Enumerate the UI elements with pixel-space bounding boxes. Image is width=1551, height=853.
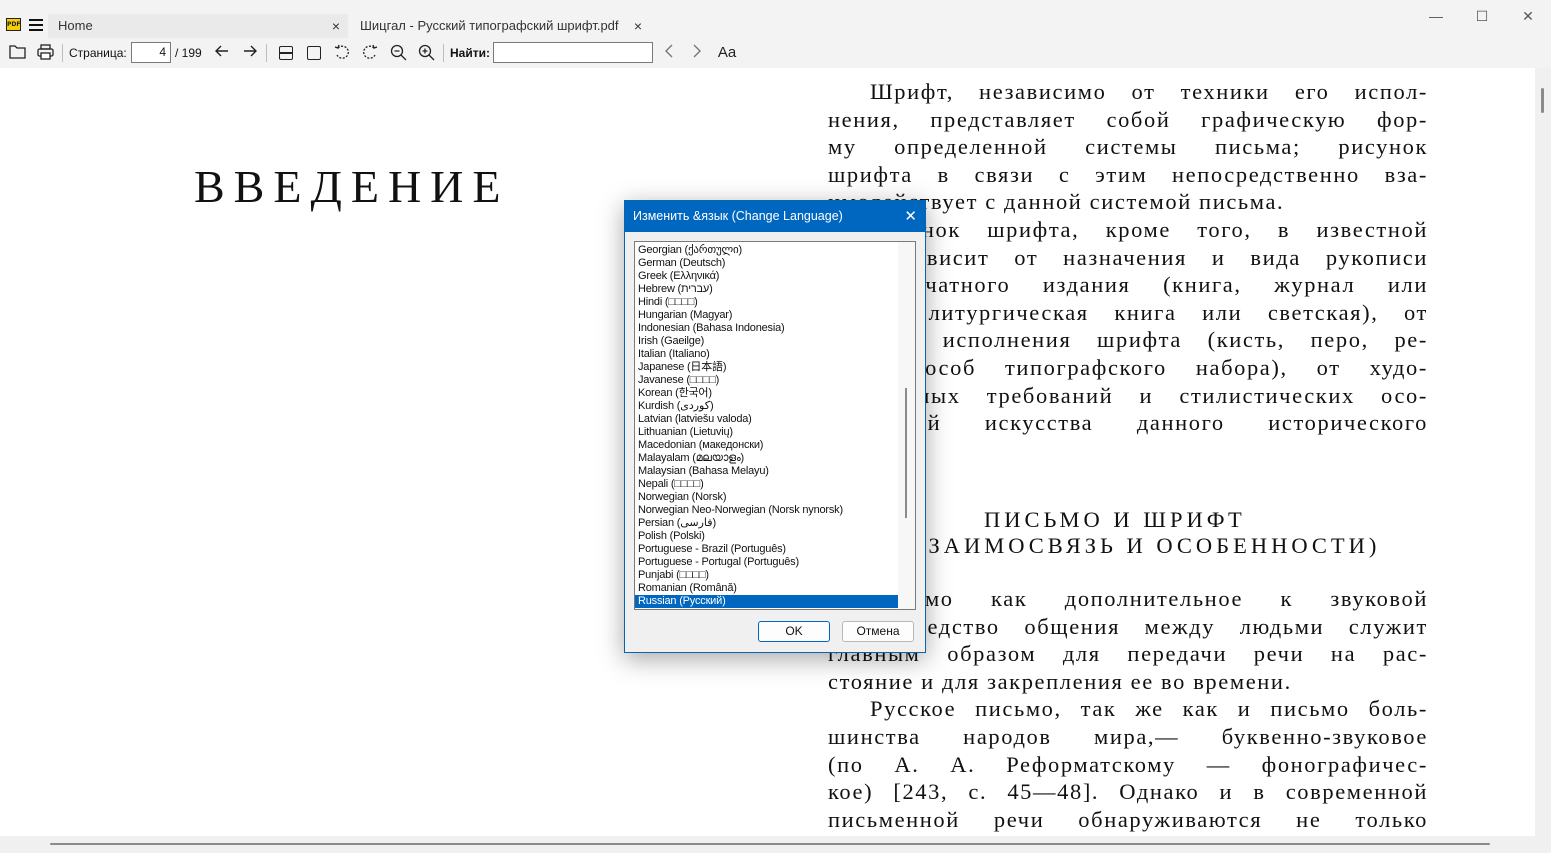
language-option[interactable]: Latvian (latviešu valoda): [635, 413, 898, 426]
vertical-scrollbar[interactable]: [1535, 68, 1551, 836]
language-option[interactable]: Macedonian (македонски): [635, 439, 898, 452]
text-line: нения, представляет собой графическую фо…: [828, 106, 1428, 132]
ok-button[interactable]: OK: [758, 621, 830, 642]
text-line: (по А. А. Реформатскому — фонографичес-: [828, 751, 1428, 777]
find-previous-icon[interactable]: [660, 44, 678, 62]
find-label: Найти:: [450, 46, 490, 60]
language-list: Georgian (ქართული) German (Deutsch) Greek …: [635, 244, 898, 608]
zoom-in-icon[interactable]: [417, 44, 435, 62]
print-icon[interactable]: [36, 44, 54, 62]
zoom-out-icon[interactable]: [389, 44, 407, 62]
language-option[interactable]: Romanian (Română): [635, 582, 898, 595]
language-option[interactable]: Malaysian (Bahasa Melayu): [635, 465, 898, 478]
language-option[interactable]: Russian (Русский): [635, 595, 898, 608]
title-bar: PDF Home × Шицгал - Русский типографский…: [0, 0, 1551, 38]
tab-label: Шицгал - Русский типографский шрифт.pdf: [360, 18, 619, 33]
toolbar-separator: [443, 44, 444, 62]
dialog-title-bar[interactable]: Изменить &язык (Change Language) ✕: [625, 201, 925, 232]
page-number-input[interactable]: 4: [131, 42, 171, 63]
text-line: му определенной системы письма; рисунок: [828, 134, 1428, 160]
toolbar-separator: [62, 44, 63, 62]
toolbar-separator: [266, 44, 267, 62]
scrollbar-thumb[interactable]: [905, 388, 907, 518]
language-option[interactable]: Japanese (日本語): [635, 361, 898, 374]
match-case-icon[interactable]: Aa: [716, 44, 738, 62]
cancel-button[interactable]: Отмена: [842, 621, 914, 642]
find-next-icon[interactable]: [688, 44, 706, 62]
text-line: кое) [243, с. 45—48]. Однако и в совреме…: [828, 779, 1428, 805]
app-logo-icon: PDF: [6, 18, 21, 31]
minimize-button[interactable]: —: [1413, 4, 1459, 28]
rotate-right-icon[interactable]: [361, 44, 379, 62]
maximize-button[interactable]: ☐: [1459, 4, 1505, 28]
close-window-button[interactable]: ✕: [1505, 4, 1551, 28]
language-option[interactable]: Norwegian (Norsk): [635, 491, 898, 504]
toolbar: Страница: 4 / 199 Найти: Aa: [0, 38, 1551, 68]
previous-page-icon[interactable]: [213, 44, 231, 62]
language-option[interactable]: Norwegian Neo-Norwegian (Norsk nynorsk): [635, 504, 898, 517]
language-option[interactable]: Irish (Gaeilge): [635, 335, 898, 348]
language-option[interactable]: Portuguese - Brazil (Português): [635, 543, 898, 556]
language-option[interactable]: Javanese (□□□□): [635, 374, 898, 387]
language-option[interactable]: Portuguese - Portugal (Português): [635, 556, 898, 569]
scrollbar-thumb[interactable]: [50, 843, 1490, 845]
next-page-icon[interactable]: [241, 44, 259, 62]
tab-document[interactable]: Шицгал - Русский типографский шрифт.pdf …: [350, 14, 650, 38]
language-option[interactable]: Hindi (□□□□): [635, 296, 898, 309]
text-line: шрифта в связи с этим непосредственно вз…: [828, 161, 1428, 187]
text-line: письменной речи обнаруживаются не только: [828, 806, 1428, 832]
change-language-dialog: Изменить &язык (Change Language) ✕ Georg…: [624, 200, 926, 653]
dialog-close-icon[interactable]: ✕: [904, 201, 917, 232]
language-option[interactable]: Greek (Ελληνικά): [635, 270, 898, 283]
language-option[interactable]: German (Deutsch): [635, 257, 898, 270]
horizontal-scrollbar[interactable]: [0, 836, 1551, 853]
tab-close-icon[interactable]: ×: [634, 14, 642, 38]
language-option[interactable]: Lithuanian (Lietuvių): [635, 426, 898, 439]
page-label: Страница:: [69, 46, 127, 60]
text-line: стояние и для закрепления ее во времени.: [828, 668, 1292, 694]
tab-label: Home: [58, 18, 93, 33]
tab-home[interactable]: Home ×: [48, 14, 348, 38]
language-option[interactable]: Indonesian (Bahasa Indonesia): [635, 322, 898, 335]
language-option[interactable]: Hungarian (Magyar): [635, 309, 898, 322]
page-heading: ВВЕДЕНИЕ: [194, 161, 510, 212]
language-option[interactable]: Korean (한국어): [635, 387, 898, 400]
single-page-view-icon[interactable]: [305, 44, 323, 62]
text-line: шинства народов мира,— буквенно-звуковое: [828, 724, 1428, 750]
text-line: Шрифт, независимо от техники его испол-: [870, 79, 1428, 104]
continuous-view-icon[interactable]: [277, 44, 295, 62]
dialog-title: Изменить &язык (Change Language): [633, 209, 843, 223]
page-total: / 199: [175, 46, 202, 60]
open-folder-icon[interactable]: [8, 44, 26, 62]
language-option[interactable]: Kurdish (کوردی): [635, 400, 898, 413]
rotate-left-icon[interactable]: [333, 44, 351, 62]
language-option[interactable]: Hebrew (עברית): [635, 283, 898, 296]
menu-icon[interactable]: [29, 19, 43, 31]
language-option[interactable]: Persian (فارسی): [635, 517, 898, 530]
find-input[interactable]: [493, 42, 653, 63]
tab-close-icon[interactable]: ×: [332, 14, 340, 38]
language-option[interactable]: Polish (Polski): [635, 530, 898, 543]
listbox-scrollbar[interactable]: [898, 242, 915, 609]
language-option[interactable]: Italian (Italiano): [635, 348, 898, 361]
language-option[interactable]: Punjabi (□□□□): [635, 569, 898, 582]
language-option[interactable]: Georgian (ქართული): [635, 244, 898, 257]
language-option[interactable]: Malayalam (മലയാളം): [635, 452, 898, 465]
language-listbox[interactable]: Georgian (ქართული) German (Deutsch) Greek …: [634, 241, 916, 610]
language-option[interactable]: Nepali (□□□□): [635, 478, 898, 491]
scrollbar-thumb[interactable]: [1541, 88, 1544, 113]
text-line: Русское письмо, так же как и письмо боль…: [870, 696, 1428, 722]
